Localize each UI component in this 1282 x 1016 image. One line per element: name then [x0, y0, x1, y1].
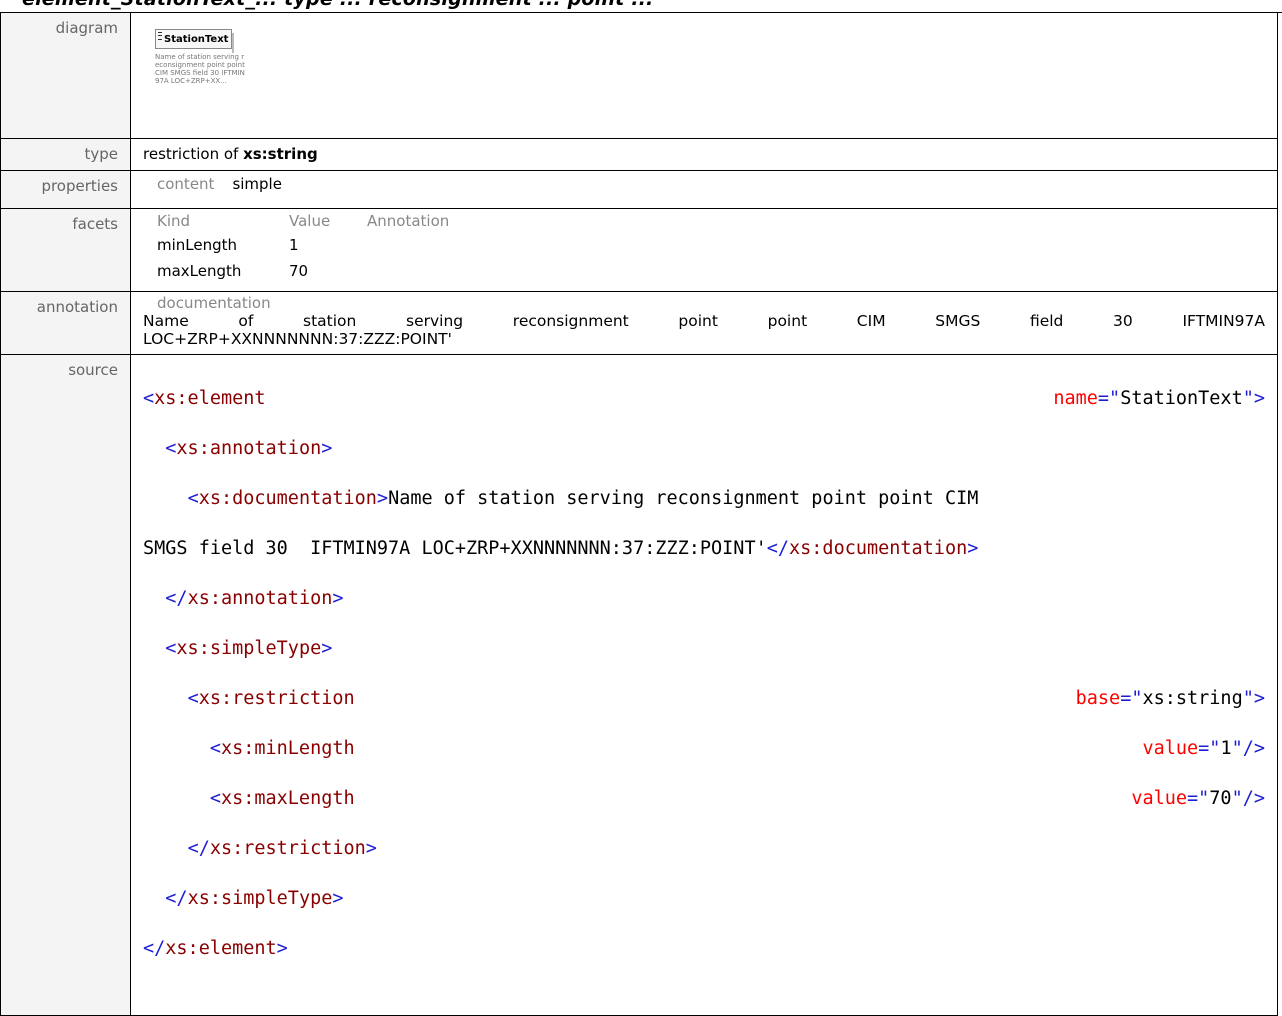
- code-line: <xs:restriction base="xs:string">: [187, 688, 1265, 709]
- element-icon: [158, 32, 162, 40]
- code-line: <xs:annotation>: [165, 438, 333, 459]
- element-doc-table: diagram StationText Name of station serv…: [0, 12, 1278, 1016]
- code-line: </xs:simpleType>: [165, 888, 344, 909]
- type-row: type restriction of xs:string: [0, 138, 1278, 171]
- facets-header-annotation: Annotation: [367, 212, 450, 230]
- diagram-element-box[interactable]: StationText: [155, 29, 234, 53]
- source-cell: <xs:element name="StationText"> <xs:annot…: [130, 354, 1278, 1016]
- facets-header-row: Kind Value Annotation: [157, 212, 449, 230]
- properties-label: properties: [0, 170, 131, 209]
- properties-cell: content simple: [130, 170, 1278, 209]
- facet-row: maxLength 70: [157, 262, 449, 288]
- type-label: type: [0, 138, 131, 171]
- facets-table: Kind Value Annotation minLength 1 maxLen…: [157, 212, 449, 288]
- annotation-key: documentation: [157, 294, 271, 312]
- code-line: <xs:element name="StationText">: [143, 388, 1265, 409]
- facets-row: facets Kind Value Annotation minLength 1…: [0, 208, 1278, 292]
- facet-value: 70: [289, 262, 309, 280]
- diagram-row: diagram StationText Name of station serv…: [0, 12, 1278, 139]
- annotation-label: annotation: [0, 291, 131, 355]
- annotation-row: annotation documentation Name of station…: [0, 291, 1278, 355]
- annotation-doc-line-1: Name of station serving reconsignment po…: [143, 312, 1265, 330]
- facet-kind: minLength: [157, 236, 238, 254]
- page-header-title: element_StationText_... type ... reconsi…: [22, 0, 653, 10]
- diagram-element-name: StationText: [164, 34, 229, 45]
- box-shadow: [232, 33, 234, 53]
- diagram-label: diagram: [0, 12, 131, 139]
- annotation-cell: documentation Name of station serving re…: [130, 291, 1278, 355]
- diagram-cell: StationText Name of station serving reco…: [130, 12, 1278, 139]
- code-line: <xs:maxLength value="70"/>: [209, 788, 1265, 809]
- code-line: </xs:annotation>: [165, 588, 344, 609]
- code-line: <xs:simpleType>: [165, 638, 333, 659]
- code-line: SMGS field 30 IFTMIN97A LOC+ZRP+XXNNNNNN…: [143, 538, 979, 559]
- source-code: <xs:element name="StationText"> <xs:annot…: [143, 361, 1265, 1011]
- code-line: <xs:minLength value="1"/>: [209, 738, 1265, 759]
- facet-kind: maxLength: [157, 262, 242, 280]
- source-row: source <xs:element name="StationText"> <x…: [0, 354, 1278, 1016]
- facets-header-kind: Kind: [157, 212, 191, 230]
- facets-header-value: Value: [289, 212, 331, 230]
- facet-row: minLength 1: [157, 230, 449, 262]
- properties-row: properties content simple: [0, 170, 1278, 209]
- code-line: </xs:element>: [143, 938, 288, 959]
- properties-value: simple: [232, 175, 282, 193]
- type-cell: restriction of xs:string: [130, 138, 1278, 171]
- facets-label: facets: [0, 208, 131, 292]
- annotation-doc-line-2: LOC+ZRP+XXNNNNNNN:37:ZZZ:POINT': [143, 330, 452, 348]
- facets-cell: Kind Value Annotation minLength 1 maxLen…: [130, 208, 1278, 292]
- type-base-link[interactable]: xs:string: [243, 145, 318, 163]
- diagram-doc-snippet: Name of station serving reconsignment po…: [155, 53, 245, 85]
- type-prefix: restriction of: [143, 145, 244, 163]
- source-label: source: [0, 354, 131, 1016]
- code-line: <xs:documentation>Name of station servin…: [187, 488, 979, 509]
- properties-key: content: [157, 175, 215, 193]
- element-diagram: StationText Name of station serving reco…: [143, 17, 1265, 135]
- code-line: </xs:restriction>: [187, 838, 377, 859]
- facet-value: 1: [289, 236, 299, 254]
